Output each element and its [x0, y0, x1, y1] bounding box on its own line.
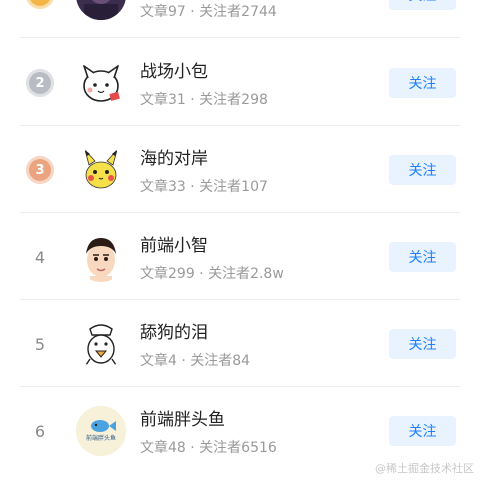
rank-number: 4 [34, 247, 46, 267]
follow-button[interactable]: 关注 [389, 68, 456, 98]
rank-number: 5 [34, 334, 46, 354]
author-name[interactable]: 前端胖头鱼 [140, 405, 225, 430]
watermark: @稀土掘金技术社区 [375, 462, 474, 475]
author-stats: 文章97 · 关注者2744 [140, 4, 277, 20]
avatar[interactable]: 前端胖头鱼 [76, 406, 126, 456]
author-name[interactable]: 舔狗的泪 [140, 318, 208, 343]
divider [20, 37, 460, 38]
author-name[interactable]: 战场小包 [140, 57, 208, 82]
author-stats: 文章31 · 关注者298 [140, 92, 268, 108]
rank-medal-silver: 2 [26, 69, 54, 97]
pikachu-avatar-image [76, 145, 126, 195]
rank-medal-bronze: 3 [26, 156, 54, 184]
list-item[interactable]: 5 舔狗的泪 文章4 · 关注者84 关注 [0, 300, 480, 387]
rank-number: 6 [34, 421, 46, 441]
list-item[interactable]: 2 战场小包 文章31 · 关注者298 关注 [0, 39, 480, 126]
author-name[interactable]: 海的对岸 [140, 144, 208, 169]
avatar-text: 前端胖头鱼 [86, 434, 116, 442]
list-item[interactable]: 1 文章97 · 关注者2744 关注 [0, 0, 480, 38]
author-stats: 文章48 · 关注者6516 [140, 440, 277, 456]
follow-button[interactable]: 关注 [389, 155, 456, 185]
follow-button[interactable]: 关注 [389, 329, 456, 359]
follow-button[interactable]: 关注 [389, 242, 456, 272]
follow-button[interactable]: 关注 [389, 0, 456, 10]
author-stats: 文章299 · 关注者2.8w [140, 266, 284, 282]
duck-avatar-image [76, 319, 126, 369]
list-item[interactable]: 3 海的对岸 文章33 · 关注者107 关注 [0, 126, 480, 213]
avatar[interactable] [76, 58, 126, 108]
fish-avatar-image: 前端胖头鱼 [76, 406, 126, 456]
avatar-image [76, 0, 126, 20]
avatar-image [76, 58, 126, 108]
avatar[interactable] [76, 232, 126, 282]
author-ranking-list: 1 文章97 · 关注者2744 关注 2 [0, 0, 480, 480]
avatar-image [76, 232, 126, 282]
author-stats: 文章4 · 关注者84 [140, 353, 251, 369]
author-stats: 文章33 · 关注者107 [140, 179, 268, 195]
avatar[interactable] [76, 319, 126, 369]
avatar[interactable] [76, 0, 126, 20]
author-name[interactable]: 前端小智 [140, 231, 208, 256]
rank-medal-gold: 1 [26, 0, 54, 9]
avatar[interactable] [76, 145, 126, 195]
follow-button[interactable]: 关注 [389, 416, 456, 446]
list-item[interactable]: 4 前端小智 文章299 · 关注者2.8w 关注 [0, 213, 480, 300]
